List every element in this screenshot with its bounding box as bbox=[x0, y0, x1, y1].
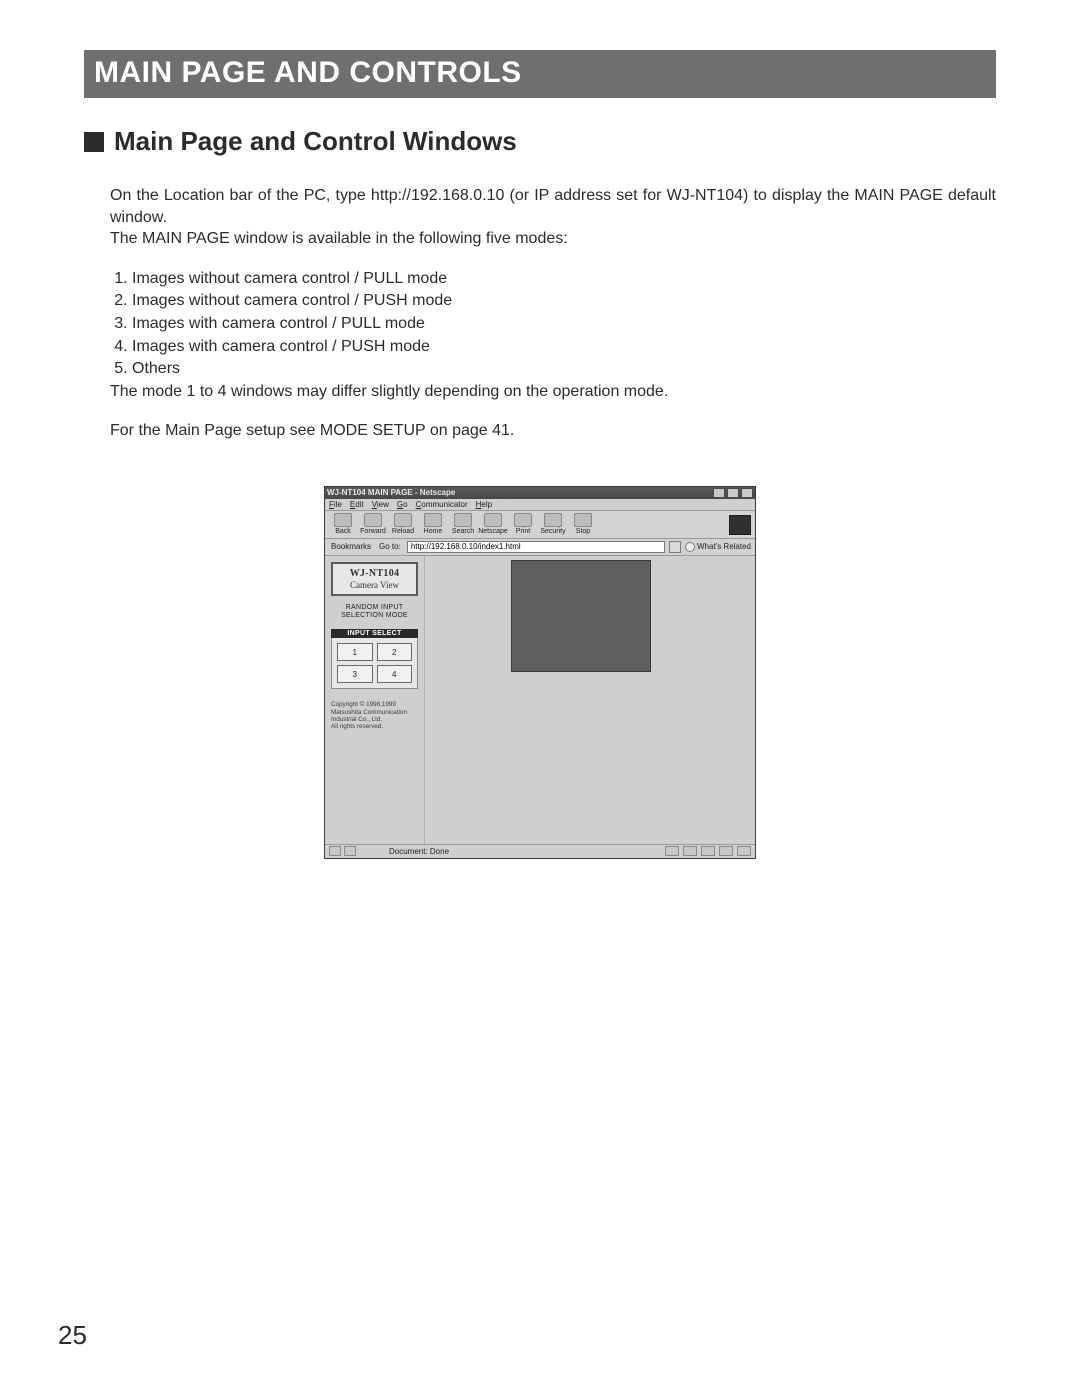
section-banner: MAIN PAGE AND CONTROLS bbox=[84, 50, 996, 98]
tray-icon bbox=[683, 846, 697, 856]
camera-viewport bbox=[425, 556, 755, 844]
status-icon bbox=[329, 846, 341, 856]
square-bullet-icon bbox=[84, 132, 104, 152]
status-bar: Document: Done bbox=[325, 844, 755, 858]
whats-related[interactable]: What's Related bbox=[685, 542, 751, 552]
toolbar-print[interactable]: Print bbox=[509, 513, 537, 535]
tray-icon bbox=[701, 846, 715, 856]
netscape-icon bbox=[484, 513, 502, 527]
goto-label: Go to: bbox=[377, 542, 403, 551]
device-subtitle: Camera View bbox=[335, 580, 414, 590]
toolbar: Back Forward Reload Home Search Netscape… bbox=[325, 511, 755, 539]
toolbar-forward[interactable]: Forward bbox=[359, 513, 387, 535]
home-icon bbox=[424, 513, 442, 527]
device-title: WJ-NT104 bbox=[335, 568, 414, 579]
list-item: Images with camera control / PULL mode bbox=[132, 313, 996, 335]
input-select-3[interactable]: 3 bbox=[337, 665, 373, 683]
toolbar-security[interactable]: Security bbox=[539, 513, 567, 535]
tray-icon bbox=[665, 846, 679, 856]
input-select-4[interactable]: 4 bbox=[377, 665, 413, 683]
forward-icon bbox=[364, 513, 382, 527]
mode-label: RANDOM INPUT SELECTION MODE bbox=[331, 604, 418, 619]
toolbar-netscape[interactable]: Netscape bbox=[479, 513, 507, 535]
tray-icon bbox=[737, 846, 751, 856]
status-icon bbox=[344, 846, 356, 856]
bookmarks-button[interactable]: Bookmarks bbox=[329, 542, 373, 551]
stop-icon bbox=[574, 513, 592, 527]
menu-view[interactable]: View bbox=[372, 500, 389, 509]
menu-go[interactable]: Go bbox=[397, 500, 408, 509]
print-icon bbox=[514, 513, 532, 527]
input-select-1[interactable]: 1 bbox=[337, 643, 373, 661]
location-bar: Bookmarks Go to: What's Related bbox=[325, 539, 755, 556]
close-button[interactable] bbox=[741, 488, 753, 498]
url-input[interactable] bbox=[407, 541, 665, 553]
url-dropdown-icon[interactable] bbox=[669, 541, 681, 553]
note-after-list: The mode 1 to 4 windows may differ sligh… bbox=[110, 381, 996, 403]
security-icon bbox=[544, 513, 562, 527]
menu-edit[interactable]: Edit bbox=[350, 500, 364, 509]
camera-sidebar: WJ-NT104 Camera View RANDOM INPUT SELECT… bbox=[325, 556, 425, 844]
toolbar-reload[interactable]: Reload bbox=[389, 513, 417, 535]
toolbar-search[interactable]: Search bbox=[449, 513, 477, 535]
menu-communicator[interactable]: Communicator bbox=[416, 500, 468, 509]
toolbar-stop[interactable]: Stop bbox=[569, 513, 597, 535]
window-title: WJ-NT104 MAIN PAGE - Netscape bbox=[327, 488, 455, 497]
intro-line-2: The MAIN PAGE window is available in the… bbox=[110, 228, 996, 250]
page-content: WJ-NT104 Camera View RANDOM INPUT SELECT… bbox=[325, 556, 755, 844]
window-controls bbox=[713, 488, 753, 498]
camera-image bbox=[511, 560, 651, 672]
status-message: Document: Done bbox=[389, 847, 509, 856]
toolbar-back[interactable]: Back bbox=[329, 513, 357, 535]
menu-bar: File Edit View Go Communicator Help bbox=[325, 499, 755, 511]
browser-window: WJ-NT104 MAIN PAGE - Netscape File Edit … bbox=[324, 486, 756, 859]
embedded-screenshot: WJ-NT104 MAIN PAGE - Netscape File Edit … bbox=[324, 486, 756, 859]
input-select-header: INPUT SELECT bbox=[331, 629, 418, 638]
toolbar-home[interactable]: Home bbox=[419, 513, 447, 535]
input-select-2[interactable]: 2 bbox=[377, 643, 413, 661]
input-select-panel: INPUT SELECT 1 2 3 4 bbox=[331, 629, 418, 689]
list-item: Others bbox=[132, 358, 996, 380]
menu-file[interactable]: File bbox=[329, 500, 342, 509]
section-heading: Main Page and Control Windows bbox=[84, 126, 996, 157]
search-icon bbox=[454, 513, 472, 527]
menu-help[interactable]: Help bbox=[476, 500, 492, 509]
reload-icon bbox=[394, 513, 412, 527]
list-item: Images without camera control / PULL mod… bbox=[132, 268, 996, 290]
page-number: 25 bbox=[58, 1320, 87, 1351]
netscape-logo-icon bbox=[729, 515, 751, 535]
related-icon bbox=[685, 542, 695, 552]
window-titlebar: WJ-NT104 MAIN PAGE - Netscape bbox=[325, 487, 755, 499]
mode-list: Images without camera control / PULL mod… bbox=[110, 268, 996, 380]
intro-paragraph: On the Location bar of the PC, type http… bbox=[110, 185, 996, 228]
related-label: What's Related bbox=[697, 542, 751, 551]
tray-icon bbox=[719, 846, 733, 856]
back-icon bbox=[334, 513, 352, 527]
body-text: On the Location bar of the PC, type http… bbox=[84, 185, 996, 442]
device-title-box: WJ-NT104 Camera View bbox=[331, 562, 418, 596]
minimize-button[interactable] bbox=[713, 488, 725, 498]
list-item: Images with camera control / PUSH mode bbox=[132, 336, 996, 358]
status-tray bbox=[665, 846, 751, 856]
setup-reference: For the Main Page setup see MODE SETUP o… bbox=[110, 420, 996, 442]
section-title: Main Page and Control Windows bbox=[114, 126, 517, 157]
maximize-button[interactable] bbox=[727, 488, 739, 498]
list-item: Images without camera control / PUSH mod… bbox=[132, 290, 996, 312]
input-select-grid: 1 2 3 4 bbox=[331, 638, 418, 689]
copyright: Copyright © 1998,1999 Matsushita Communi… bbox=[331, 701, 418, 730]
